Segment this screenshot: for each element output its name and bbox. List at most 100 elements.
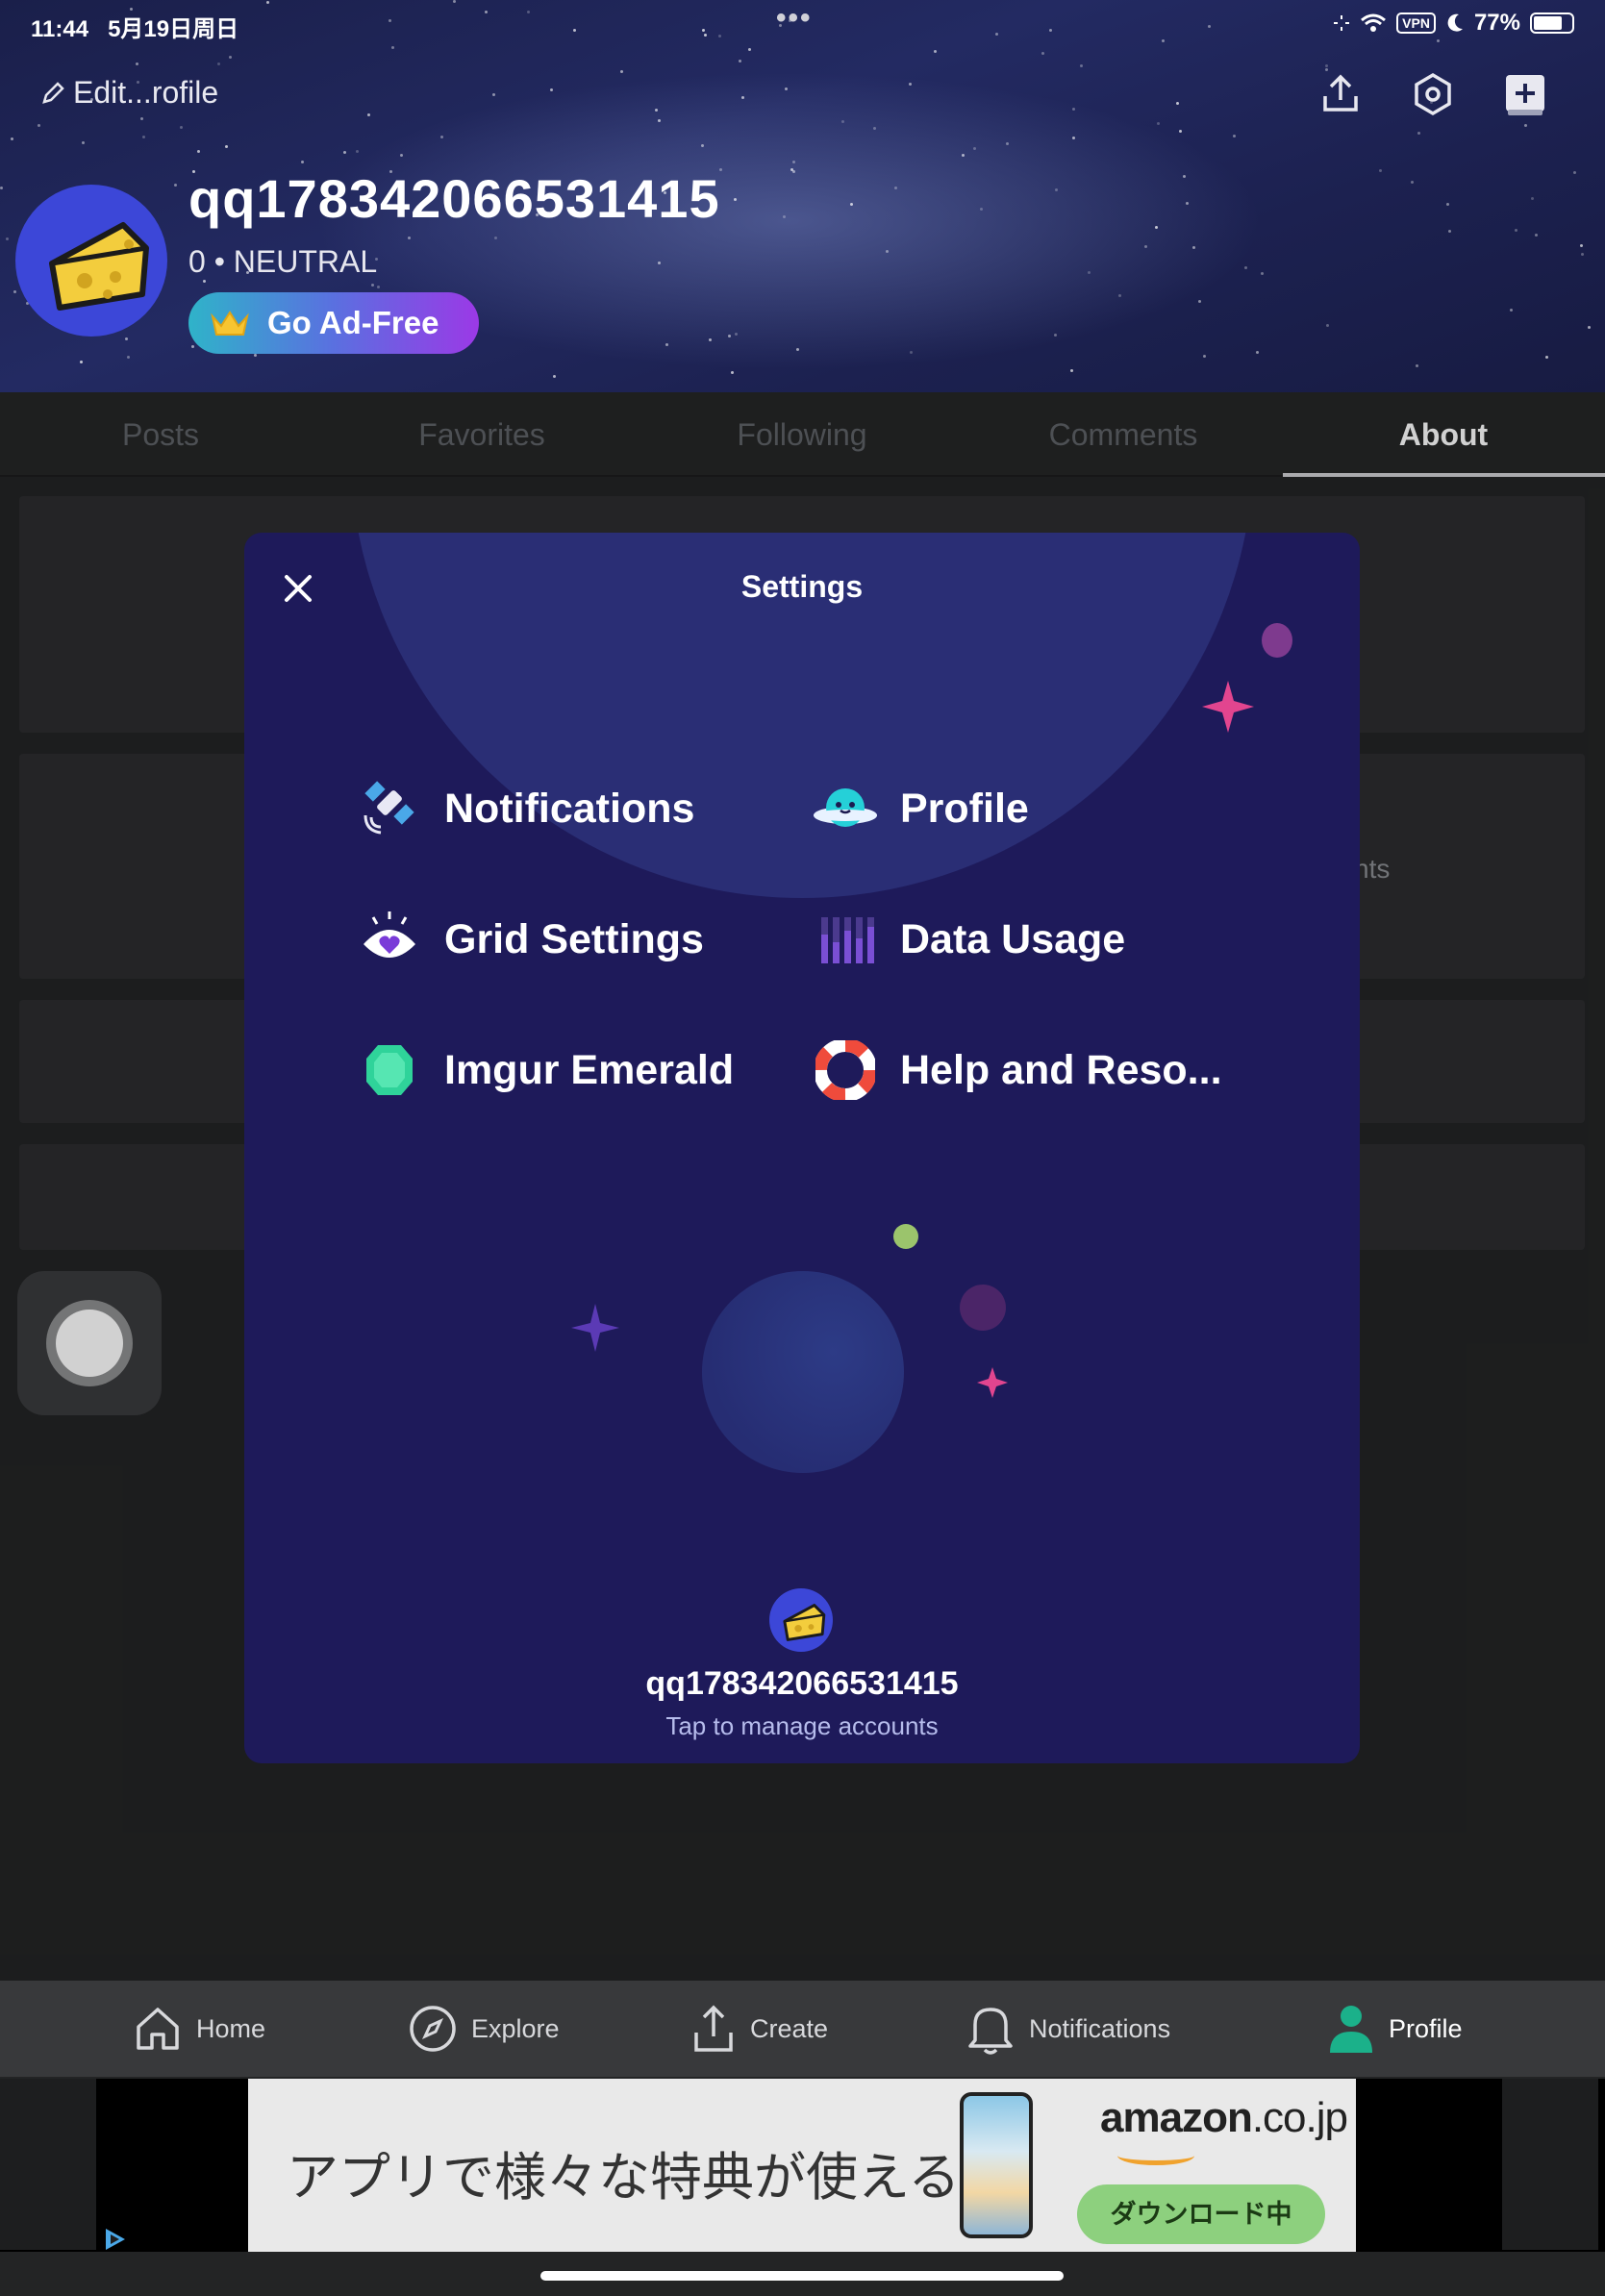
star-decoration bbox=[203, 280, 206, 283]
star-decoration bbox=[873, 127, 876, 130]
star-decoration bbox=[1446, 203, 1449, 206]
dot-decoration bbox=[893, 1224, 918, 1249]
star-decoration bbox=[658, 119, 661, 122]
star-decoration bbox=[785, 87, 788, 90]
sparkle-decoration bbox=[977, 1367, 1008, 1398]
star-decoration bbox=[980, 208, 983, 211]
star-decoration bbox=[1326, 324, 1329, 327]
multitask-dots[interactable]: ••• bbox=[776, 2, 813, 35]
upload-icon bbox=[694, 2005, 733, 2052]
star-decoration bbox=[1192, 246, 1195, 249]
ad-download-button[interactable]: ダウンロード中 bbox=[1077, 2184, 1325, 2244]
manage-accounts-link[interactable]: Tap to manage accounts bbox=[244, 1711, 1360, 1741]
star-decoration bbox=[494, 237, 497, 239]
adchoices-icon[interactable] bbox=[102, 2227, 129, 2252]
star-decoration bbox=[229, 56, 232, 59]
star-decoration bbox=[80, 361, 83, 363]
star-decoration bbox=[11, 137, 13, 140]
star-decoration bbox=[1006, 142, 1009, 145]
star-decoration bbox=[1186, 202, 1189, 205]
settings-item-imgur-emerald[interactable]: Imgur Emerald bbox=[356, 1036, 734, 1104]
star-decoration bbox=[731, 371, 734, 374]
vpn-badge: VPN bbox=[1396, 12, 1436, 34]
profile-username: qq178342066531415 bbox=[188, 168, 720, 229]
star-decoration bbox=[741, 96, 744, 99]
profile-header: 11:44 5月19日周日 ••• VPN 77% Edit...rofile bbox=[0, 0, 1605, 392]
nav-notifications[interactable]: Notifications bbox=[966, 1981, 1170, 2077]
pencil-icon bbox=[42, 81, 64, 104]
star-decoration bbox=[1233, 135, 1236, 137]
settings-item-profile[interactable]: Profile bbox=[812, 775, 1029, 842]
settings-hex-icon[interactable] bbox=[1406, 67, 1460, 121]
cheese-icon bbox=[49, 222, 149, 311]
star-decoration bbox=[1041, 52, 1044, 55]
star-decoration bbox=[6, 237, 9, 240]
star-decoration bbox=[367, 113, 370, 116]
star-decoration bbox=[1157, 122, 1160, 125]
go-ad-free-button[interactable]: Go Ad-Free bbox=[188, 292, 479, 354]
star-decoration bbox=[38, 124, 40, 127]
star-decoration bbox=[453, 0, 456, 3]
settings-item-grid-settings[interactable]: Grid Settings bbox=[356, 906, 704, 973]
nav-label: Notifications bbox=[1029, 2013, 1171, 2043]
go-ad-free-label: Go Ad-Free bbox=[267, 305, 439, 340]
settings-item-data-usage[interactable]: Data Usage bbox=[812, 906, 1125, 973]
eye-heart-icon bbox=[364, 911, 415, 958]
star-decoration bbox=[1070, 369, 1073, 372]
dot-decoration bbox=[1262, 623, 1292, 658]
star-decoration bbox=[391, 46, 394, 49]
settings-item-notifications[interactable]: Notifications bbox=[356, 775, 694, 842]
account-avatar[interactable] bbox=[769, 1588, 833, 1652]
account-username[interactable]: qq178342066531415 bbox=[244, 1665, 1360, 1703]
ad-side-box bbox=[1502, 2079, 1598, 2250]
settings-item-help-and-resources[interactable]: Help and Reso... bbox=[812, 1036, 1222, 1104]
star-decoration bbox=[125, 337, 128, 340]
star-decoration bbox=[1144, 245, 1147, 248]
star-decoration bbox=[82, 141, 85, 144]
nav-explore[interactable]: Explore bbox=[408, 1981, 560, 2077]
profile-avatar[interactable] bbox=[15, 185, 167, 337]
star-decoration bbox=[1198, 300, 1201, 303]
star-decoration bbox=[1379, 169, 1382, 172]
star-decoration bbox=[910, 351, 913, 354]
star-decoration bbox=[1515, 229, 1517, 232]
star-decoration bbox=[709, 338, 712, 341]
star-decoration bbox=[191, 345, 194, 348]
star-decoration bbox=[1155, 226, 1158, 229]
star-decoration bbox=[1256, 351, 1259, 354]
star-decoration bbox=[136, 62, 138, 65]
star-decoration bbox=[142, 136, 145, 138]
bars-icon bbox=[821, 917, 874, 963]
nav-home[interactable]: Home bbox=[133, 1981, 265, 2077]
star-decoration bbox=[1176, 102, 1179, 105]
star-decoration bbox=[1183, 175, 1186, 178]
nav-create[interactable]: Create bbox=[690, 1981, 828, 2077]
share-icon[interactable] bbox=[1314, 67, 1367, 121]
nav-profile[interactable]: Profile bbox=[1327, 1981, 1463, 2077]
edit-profile-button[interactable]: Edit...rofile bbox=[40, 75, 218, 111]
add-post-icon[interactable] bbox=[1498, 67, 1552, 121]
home-indicator[interactable] bbox=[540, 2271, 1064, 2281]
status-right: VPN 77% bbox=[1333, 10, 1574, 37]
star-decoration bbox=[1531, 197, 1534, 200]
star-decoration bbox=[553, 375, 556, 378]
ad-banner[interactable]: アプリで様々な特典が使える amazon.co.jp ダウンロード中 bbox=[248, 2079, 1356, 2252]
star-decoration bbox=[1244, 266, 1247, 269]
star-decoration bbox=[1545, 356, 1548, 359]
star-decoration bbox=[1411, 181, 1414, 184]
settings-item-label: Notifications bbox=[444, 785, 695, 832]
star-decoration bbox=[1203, 355, 1206, 358]
sparkle-decoration bbox=[1202, 681, 1254, 733]
star-decoration bbox=[1573, 171, 1576, 174]
star-decoration bbox=[343, 151, 346, 154]
star-decoration bbox=[739, 60, 741, 62]
star-decoration bbox=[620, 70, 623, 73]
ad-headline: アプリで様々な特典が使える bbox=[287, 2149, 961, 2207]
star-decoration bbox=[909, 83, 912, 86]
cheese-icon bbox=[783, 1604, 826, 1641]
nav-label: Home bbox=[196, 2013, 266, 2043]
star-decoration bbox=[655, 109, 658, 112]
star-decoration bbox=[886, 250, 889, 253]
star-decoration bbox=[440, 136, 443, 138]
star-decoration bbox=[728, 335, 731, 337]
